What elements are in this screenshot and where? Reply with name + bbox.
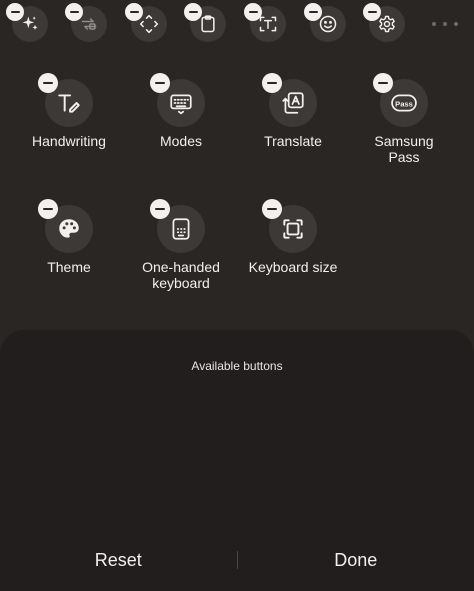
item-label: Samsung Pass: [374, 133, 434, 165]
available-buttons-sheet: Available buttons Reset Done: [0, 330, 474, 591]
remove-minus-icon[interactable]: [38, 73, 58, 93]
one-handed-keyboard-button-circle[interactable]: [150, 199, 205, 253]
item-label: One-handed keyboard: [142, 259, 220, 291]
samsung-pass-icon: Pass: [391, 94, 417, 112]
remove-minus-icon[interactable]: [125, 3, 143, 21]
keyboard-modes-icon: [170, 94, 192, 115]
remove-minus-icon[interactable]: [262, 73, 282, 93]
button-keyboard-size[interactable]: Keyboard size: [238, 199, 348, 275]
toolbar-row: [0, 0, 474, 50]
one-handed-keyboard-icon: [172, 218, 190, 240]
translate-button-circle[interactable]: [262, 73, 317, 127]
button-handwriting[interactable]: Handwriting: [14, 73, 124, 149]
samsung-pass-icon-text: Pass: [395, 99, 413, 108]
toolbar-button-settings[interactable]: [363, 3, 405, 42]
button-theme[interactable]: Theme: [14, 199, 124, 275]
item-label: Modes: [159, 133, 203, 149]
theme-button-circle[interactable]: [38, 199, 93, 253]
item-label: Handwriting: [32, 133, 106, 149]
swap-icon: [81, 18, 97, 30]
text-extract-icon: [259, 16, 277, 32]
button-samsung-pass[interactable]: Pass Samsung Pass: [349, 73, 459, 165]
handwriting-icon: [58, 94, 80, 113]
item-label: Theme: [47, 259, 91, 275]
remove-minus-icon[interactable]: [184, 3, 202, 21]
keyboard-toolbar-editor: Handwriting Modes Translate Pass Samsung…: [0, 0, 474, 591]
emoji-icon: [319, 15, 337, 33]
done-button-label: Done: [334, 549, 378, 570]
remove-minus-icon[interactable]: [262, 199, 282, 219]
remove-minus-icon[interactable]: [373, 73, 393, 93]
palette-icon: [59, 219, 79, 238]
remove-minus-icon[interactable]: [363, 3, 381, 21]
translate-icon: [282, 92, 304, 114]
remove-minus-icon[interactable]: [244, 3, 262, 21]
toolbar-button-sparkle[interactable]: [6, 3, 48, 42]
sparkle-icon: [22, 16, 38, 30]
item-label: Translate: [264, 133, 322, 149]
toolbar-button-swap[interactable]: [65, 3, 107, 42]
keyboard-size-icon: [283, 219, 303, 239]
button-modes[interactable]: Modes: [126, 73, 236, 149]
button-translate[interactable]: Translate: [238, 73, 348, 149]
settings-gear-icon: [379, 15, 395, 33]
toolbar-button-move-cursor[interactable]: [125, 3, 167, 42]
done-button[interactable]: Done: [238, 529, 474, 591]
toolbar-button-text-extract[interactable]: [244, 3, 286, 42]
remove-minus-icon[interactable]: [38, 199, 58, 219]
remove-minus-icon[interactable]: [150, 73, 170, 93]
toolbar-button-emoji[interactable]: [304, 3, 346, 42]
button-one-handed-keyboard[interactable]: One-handed keyboard: [126, 199, 236, 291]
keyboard-size-button-circle[interactable]: [262, 199, 317, 253]
sheet-title: Available buttons: [191, 359, 283, 373]
toolbar-button-clipboard[interactable]: [184, 3, 226, 42]
samsung-pass-button-circle[interactable]: Pass: [373, 73, 428, 127]
item-label: Keyboard size: [248, 259, 338, 275]
remove-minus-icon[interactable]: [6, 3, 24, 21]
move-cursor-icon: [139, 14, 159, 34]
sheet-footer: Reset Done: [0, 529, 474, 591]
clipboard-icon: [201, 15, 215, 33]
modes-button-circle[interactable]: [150, 73, 205, 127]
reset-button[interactable]: Reset: [0, 529, 237, 591]
handwriting-button-circle[interactable]: [38, 73, 93, 127]
remove-minus-icon[interactable]: [304, 3, 322, 21]
remove-minus-icon[interactable]: [150, 199, 170, 219]
more-dots-icon[interactable]: [432, 14, 458, 34]
reset-button-label: Reset: [94, 549, 142, 570]
